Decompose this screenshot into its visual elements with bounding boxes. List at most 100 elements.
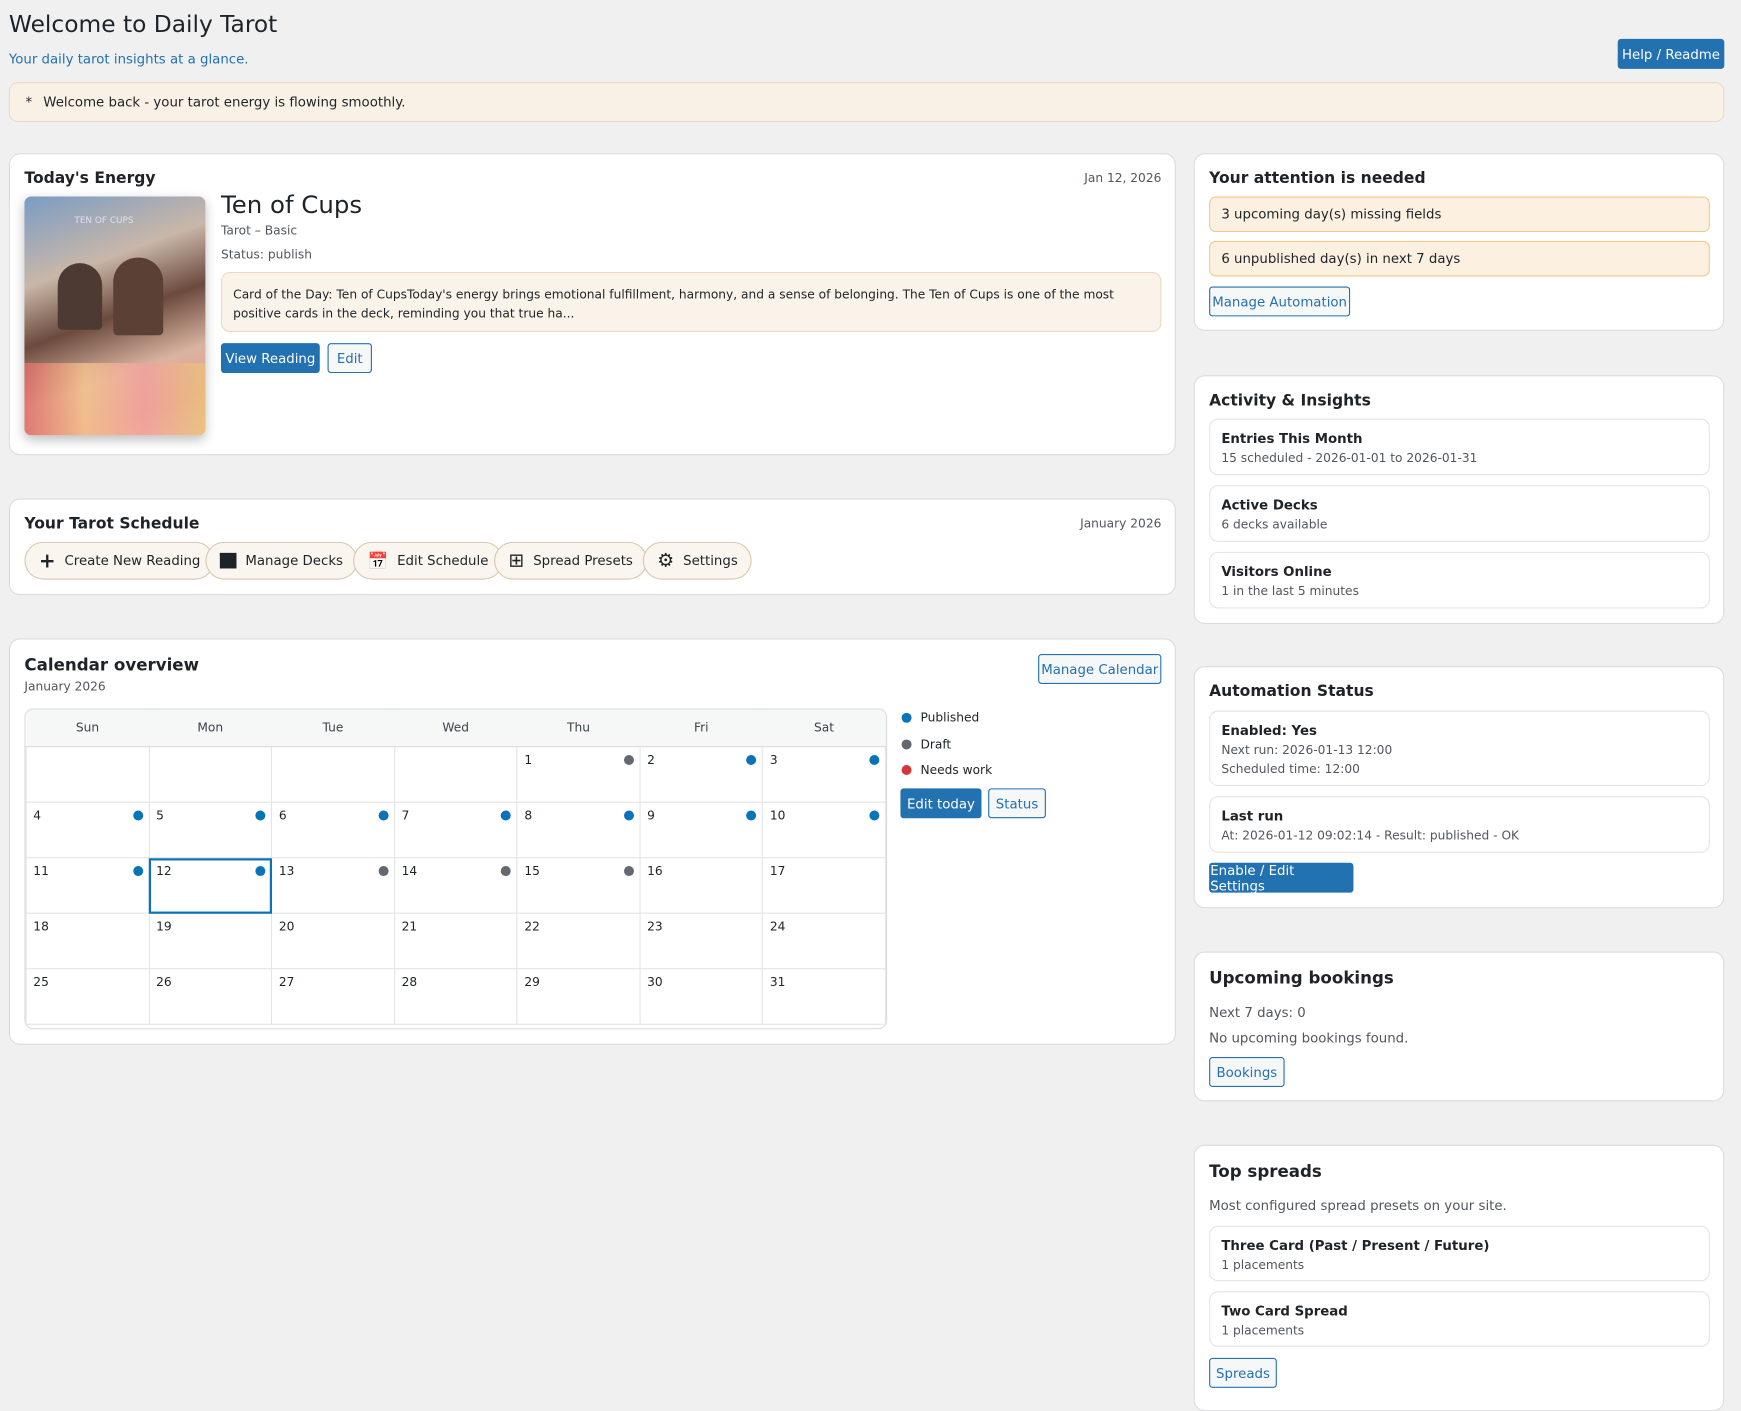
calendar-day[interactable]: 27 bbox=[271, 968, 395, 1025]
day-number: 20 bbox=[278, 919, 295, 934]
legend-label: Draft bbox=[920, 736, 952, 752]
calendar-day[interactable]: 20 bbox=[271, 912, 395, 970]
manage-automation-button[interactable]: Manage Automation bbox=[1209, 286, 1351, 317]
edit-schedule-button[interactable]: 📅 Edit Schedule bbox=[353, 541, 503, 580]
day-number: 23 bbox=[647, 919, 663, 934]
calendar-day[interactable]: 8 bbox=[516, 801, 641, 859]
day-number: 14 bbox=[401, 863, 418, 879]
calendar-empty-cell[interactable] bbox=[148, 746, 273, 803]
published-status-dot bbox=[255, 866, 266, 877]
enable-edit-settings-button[interactable]: Enable / Edit Settings bbox=[1209, 862, 1354, 893]
draft-status-dot bbox=[378, 866, 389, 877]
calendar-day[interactable]: 24 bbox=[762, 912, 887, 970]
calendar-day[interactable]: 3 bbox=[762, 746, 887, 803]
weekday-header: Sat bbox=[762, 709, 886, 748]
automation-heading: Automation Status bbox=[1209, 682, 1374, 701]
calendar-day[interactable]: 11 bbox=[25, 857, 150, 914]
day-number: 15 bbox=[524, 863, 540, 879]
calendar-empty-cell[interactable] bbox=[25, 746, 150, 803]
legend-label: Published bbox=[920, 710, 980, 726]
legend-dot bbox=[901, 712, 912, 723]
day-number: 24 bbox=[769, 919, 786, 934]
action-label: Create New Reading bbox=[64, 552, 201, 569]
bookings-button[interactable]: Bookings bbox=[1209, 1057, 1285, 1087]
calendar-empty-cell[interactable] bbox=[393, 746, 518, 803]
spreads-desc: Most configured spread presets on your s… bbox=[1209, 1198, 1507, 1214]
calendar-day[interactable]: 4 bbox=[25, 801, 150, 859]
create-new-reading-button[interactable]: + Create New Reading bbox=[24, 541, 215, 580]
published-status-dot bbox=[132, 810, 143, 821]
day-number: 4 bbox=[33, 808, 42, 823]
day-number: 30 bbox=[647, 974, 663, 990]
calendar-day[interactable]: 12 bbox=[148, 857, 273, 914]
weekday-header: Fri bbox=[639, 709, 763, 748]
calendar-day[interactable]: 1 bbox=[516, 746, 641, 803]
activity-item: Entries This Month 15 scheduled - 2026-01… bbox=[1209, 418, 1710, 476]
published-status-dot bbox=[869, 755, 880, 765]
calendar-day[interactable]: 25 bbox=[25, 968, 150, 1025]
calendar-day[interactable]: 2 bbox=[639, 746, 764, 803]
calendar-day[interactable]: 6 bbox=[271, 801, 395, 859]
calendar-week: 25 26 27 28 29 30 31 bbox=[25, 968, 887, 1025]
edit-today-button[interactable]: Edit today bbox=[900, 788, 982, 819]
calendar-day[interactable]: 16 bbox=[639, 857, 764, 914]
day-number: 19 bbox=[156, 919, 172, 934]
calendar-day[interactable]: 26 bbox=[148, 968, 273, 1025]
day-number: 10 bbox=[769, 808, 786, 823]
calendar-empty-cell[interactable] bbox=[271, 746, 395, 803]
manage-decks-button[interactable]: Manage Decks bbox=[205, 541, 358, 580]
settings-button[interactable]: ⚙ Settings bbox=[642, 541, 753, 580]
day-number: 1 bbox=[524, 752, 533, 768]
calendar-heading: Calendar overview bbox=[24, 655, 199, 676]
activity-card: Activity & Insights Entries This Month 15… bbox=[1193, 375, 1725, 624]
legend-item: Published bbox=[901, 710, 980, 726]
calendar-day[interactable]: 28 bbox=[393, 968, 518, 1025]
calendar-day[interactable]: 19 bbox=[148, 912, 273, 970]
legend-item: Draft bbox=[901, 736, 952, 752]
item-title: Three Card (Past / Present / Future) bbox=[1221, 1237, 1490, 1254]
card-image[interactable]: TEN OF CUPS bbox=[24, 196, 206, 436]
calendar-day[interactable]: 21 bbox=[393, 912, 518, 970]
view-reading-button[interactable]: View Reading bbox=[220, 343, 320, 374]
calendar-day[interactable]: 22 bbox=[516, 912, 641, 970]
todays-energy-card: Today's Energy Jan 12, 2026 TEN OF CUPS … bbox=[8, 153, 1176, 456]
calendar-day[interactable]: 7 bbox=[393, 801, 518, 859]
spread-item: Two Card Spread 1 placements bbox=[1209, 1291, 1710, 1347]
todays-energy-heading: Today's Energy bbox=[24, 169, 156, 188]
day-number: 18 bbox=[33, 919, 49, 934]
item-title: Two Card Spread bbox=[1221, 1303, 1348, 1320]
calendar-day[interactable]: 30 bbox=[639, 968, 764, 1025]
calendar-grid: Sun Mon Tue Wed Thu Fri Sat 1 2 3 4 5 6 7 8 9 10 11 12 13 14… bbox=[24, 708, 888, 1030]
today-date: Jan 12, 2026 bbox=[1084, 170, 1162, 186]
bookings-heading: Upcoming bookings bbox=[1209, 968, 1394, 989]
published-status-dot bbox=[746, 810, 757, 821]
calendar-day[interactable]: 13 bbox=[271, 857, 395, 914]
manage-calendar-button[interactable]: Manage Calendar bbox=[1038, 653, 1162, 684]
calendar-week: 1 2 3 bbox=[25, 746, 887, 803]
calendar-day[interactable]: 29 bbox=[516, 968, 641, 1025]
calendar-day[interactable]: 23 bbox=[639, 912, 764, 970]
help-readme-button[interactable]: Help / Readme bbox=[1617, 38, 1725, 69]
calendar-day[interactable]: 18 bbox=[25, 912, 150, 970]
spreads-button[interactable]: Spreads bbox=[1209, 1357, 1277, 1388]
calendar-day[interactable]: 9 bbox=[639, 801, 764, 859]
spread-presets-button[interactable]: ⊞ Spread Presets bbox=[494, 541, 648, 580]
page-title: Welcome to Daily Tarot bbox=[8, 11, 278, 38]
calendar-day[interactable]: 5 bbox=[148, 801, 273, 859]
legend-item: Needs work bbox=[901, 763, 992, 777]
day-number: 7 bbox=[401, 808, 410, 823]
automation-status-card: Automation Status Enabled: Yes Next run: … bbox=[1193, 666, 1725, 909]
status-button[interactable]: Status bbox=[988, 788, 1046, 819]
calendar-day[interactable]: 15 bbox=[516, 857, 641, 914]
item-title: Visitors Online bbox=[1221, 564, 1332, 580]
edit-button[interactable]: Edit bbox=[327, 343, 372, 374]
card-image-label: TEN OF CUPS bbox=[74, 215, 134, 226]
calendar-day[interactable]: 14 bbox=[393, 857, 518, 914]
bookings-next: Next 7 days: 0 bbox=[1209, 1004, 1306, 1021]
calendar-day[interactable]: 17 bbox=[762, 857, 887, 914]
page-subtitle: Your daily tarot insights at a glance. bbox=[8, 51, 249, 67]
item-detail: 1 placements bbox=[1221, 1257, 1305, 1273]
calendar-day[interactable]: 10 bbox=[762, 801, 887, 859]
box-icon bbox=[219, 552, 237, 569]
calendar-day[interactable]: 31 bbox=[762, 968, 887, 1025]
